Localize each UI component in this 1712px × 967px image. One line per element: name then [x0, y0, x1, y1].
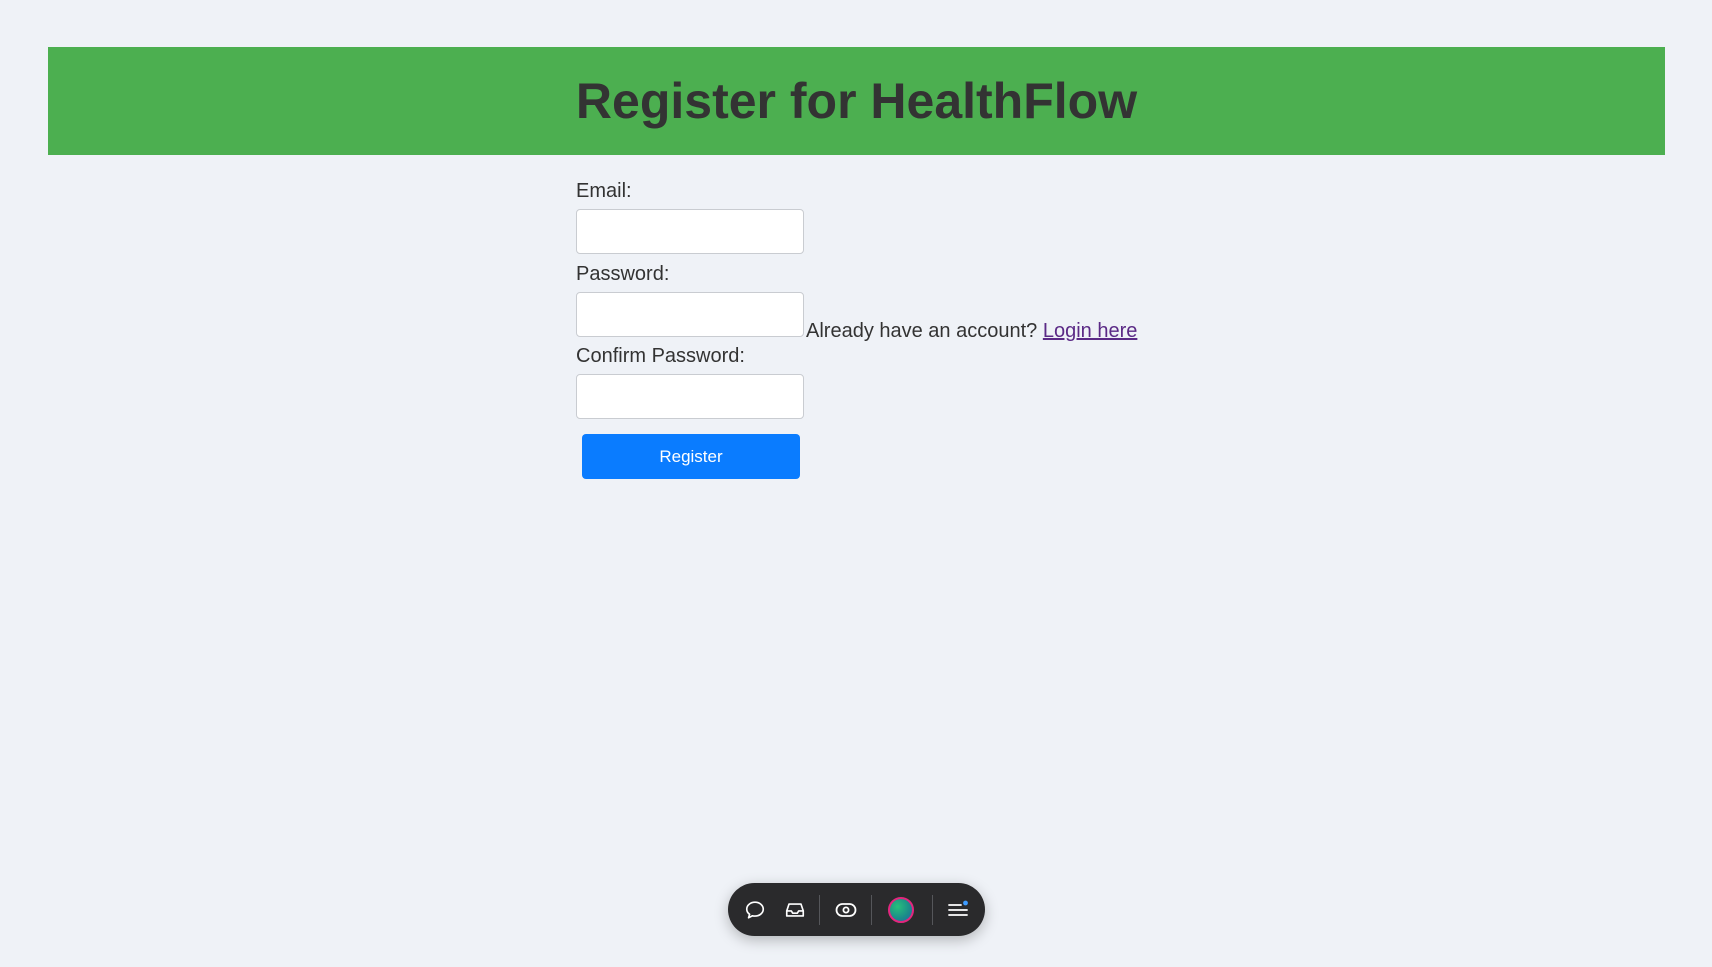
- inbox-icon[interactable]: [780, 895, 810, 925]
- password-label: Password:: [576, 263, 670, 285]
- register-button[interactable]: Register: [582, 434, 800, 479]
- confirm-password-label: Confirm Password:: [576, 345, 745, 367]
- toolbar-divider: [819, 895, 820, 925]
- toolbar-divider: [932, 895, 933, 925]
- page-header: Register for HealthFlow: [48, 47, 1665, 155]
- login-prompt: Already have an account? Login here: [806, 320, 1137, 343]
- floating-toolbar: [728, 883, 985, 936]
- login-prompt-text: Already have an account?: [806, 320, 1038, 342]
- login-link[interactable]: Login here: [1043, 320, 1138, 342]
- confirm-password-field[interactable]: [576, 374, 804, 419]
- menu-icon[interactable]: [943, 895, 973, 925]
- email-label: Email:: [576, 180, 632, 202]
- toolbar-divider: [871, 895, 872, 925]
- eye-icon[interactable]: [831, 895, 861, 925]
- chat-icon[interactable]: [740, 895, 770, 925]
- password-field[interactable]: [576, 292, 804, 337]
- page-title: Register for HealthFlow: [575, 73, 1138, 129]
- email-field[interactable]: [576, 209, 804, 254]
- avatar-image: [888, 897, 914, 923]
- avatar[interactable]: [886, 895, 916, 925]
